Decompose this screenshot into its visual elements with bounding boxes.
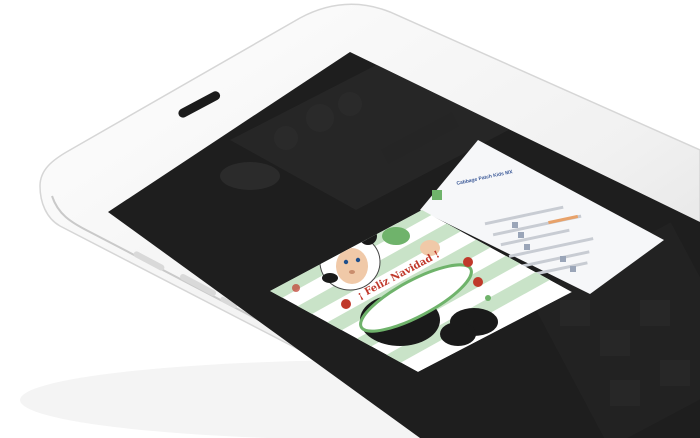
- phone-scene: [20, 3, 700, 438]
